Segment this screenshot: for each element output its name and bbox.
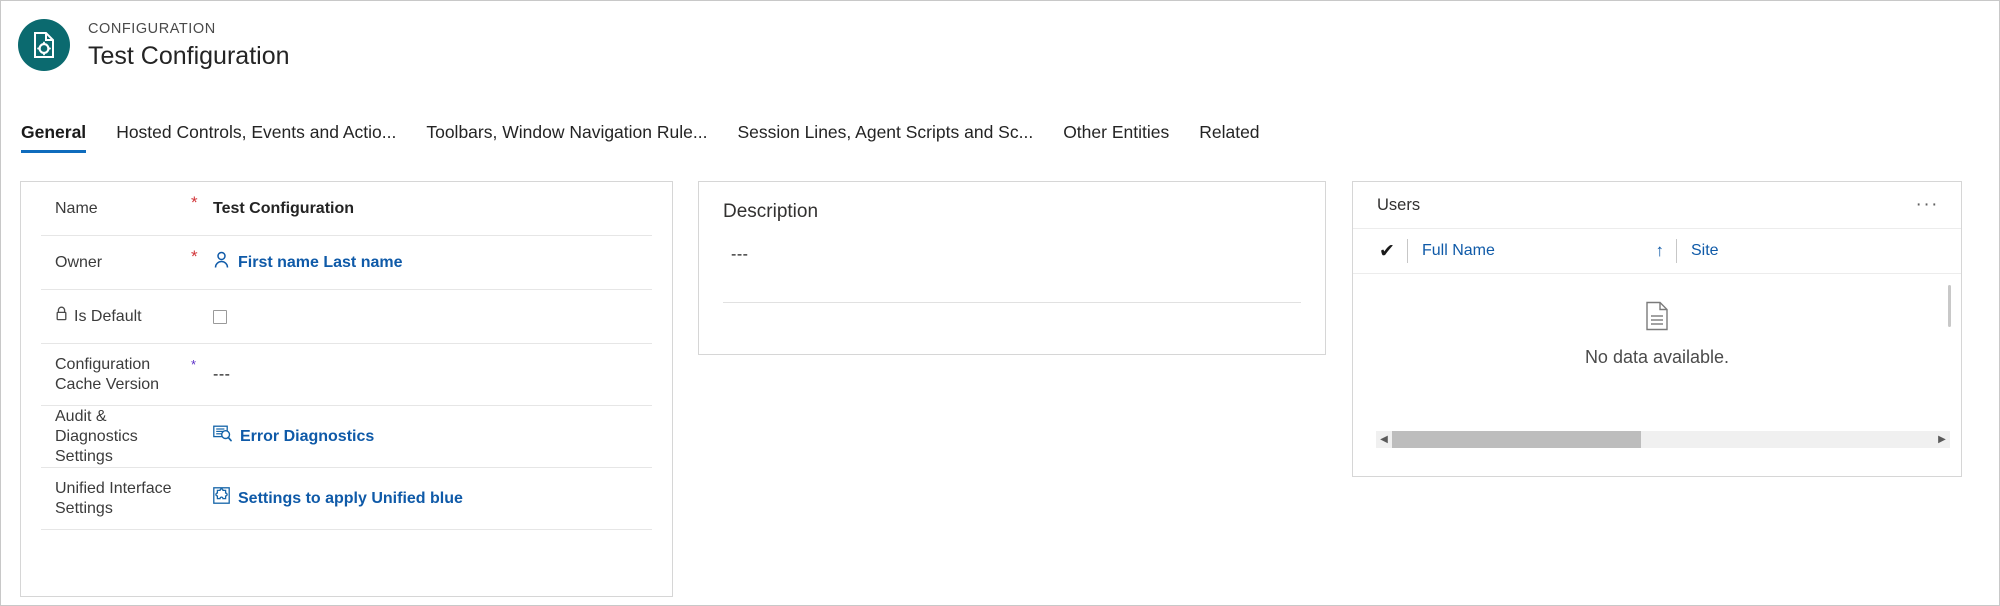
column-header-site-label: Site	[1691, 242, 1719, 259]
form-row-audit-diagnostics: Audit & Diagnostics Settings Error Diagn…	[41, 406, 652, 468]
scrollbar-track[interactable]	[1392, 431, 1934, 448]
header-text-block: CONFIGURATION Test Configuration	[88, 20, 290, 71]
field-label-audit-diagnostics: Audit & Diagnostics Settings	[55, 407, 138, 465]
form-row-name: Name * Test Configuration	[41, 182, 652, 236]
scroll-right-arrow-icon[interactable]: ▶	[1934, 434, 1950, 445]
field-value-owner: First name Last name	[213, 251, 652, 275]
field-label-owner: Owner	[55, 253, 103, 271]
description-underline	[723, 302, 1301, 303]
lock-icon	[55, 306, 68, 327]
required-indicator-audit-diagnostics	[191, 406, 213, 420]
users-horizontal-scrollbar[interactable]: ◀ ▶	[1376, 431, 1950, 448]
field-label-config-cache-version: Configuration Cache Version	[55, 355, 160, 393]
tab-related[interactable]: Related	[1199, 121, 1259, 153]
required-indicator-config-cache-version: *	[191, 357, 197, 372]
tab-session-lines[interactable]: Session Lines, Agent Scripts and Sc...	[737, 121, 1033, 153]
tab-bar: General Hosted Controls, Events and Acti…	[1, 121, 1999, 167]
select-all-checkmark-icon[interactable]: ✔	[1367, 242, 1407, 261]
users-title: Users	[1377, 196, 1421, 214]
users-more-options-button[interactable]: ···	[1916, 195, 1939, 214]
entity-type-label: CONFIGURATION	[88, 20, 216, 37]
required-indicator-name: *	[191, 193, 198, 212]
general-form-card: Name * Test Configuration Owner * First …	[20, 181, 673, 597]
field-label-name: Name	[55, 199, 98, 217]
field-value-unified-interface: Settings to apply Unified blue	[213, 487, 652, 510]
field-value-is-default	[213, 309, 652, 324]
empty-document-icon	[1644, 301, 1670, 336]
tab-other-entities[interactable]: Other Entities	[1063, 121, 1169, 153]
form-row-config-cache-version: Configuration Cache Version * ---	[41, 344, 652, 406]
grid-vertical-scrollbar[interactable]	[1948, 285, 1951, 327]
app-window: CONFIGURATION Test Configuration General…	[0, 0, 2000, 606]
description-label: Description	[723, 201, 819, 222]
puzzle-piece-icon	[213, 487, 230, 510]
users-header: Users ···	[1353, 182, 1961, 229]
person-icon	[213, 251, 230, 275]
column-header-full-name[interactable]: Full Name ↑	[1408, 242, 1676, 260]
users-empty-state: No data available.	[1353, 274, 1961, 368]
column-header-site[interactable]: Site	[1677, 242, 1719, 260]
tab-general[interactable]: General	[21, 121, 87, 153]
field-value-config-cache-version[interactable]: ---	[213, 365, 652, 385]
field-value-name[interactable]: Test Configuration	[213, 199, 652, 219]
required-indicator-unified-interface	[191, 468, 213, 482]
sort-ascending-icon: ↑	[1655, 241, 1665, 260]
owner-link[interactable]: First name Last name	[238, 253, 403, 273]
tab-hosted-controls[interactable]: Hosted Controls, Events and Actio...	[116, 121, 396, 153]
tab-toolbars[interactable]: Toolbars, Window Navigation Rule...	[426, 121, 707, 153]
document-gear-icon	[18, 19, 70, 71]
scrollbar-thumb[interactable]	[1392, 431, 1642, 448]
required-indicator-owner: *	[191, 247, 198, 266]
unified-interface-link[interactable]: Settings to apply Unified blue	[238, 489, 463, 509]
error-diagnostics-icon	[213, 425, 232, 448]
scroll-left-arrow-icon[interactable]: ◀	[1376, 434, 1392, 445]
users-card: Users ··· ✔ Full Name ↑ Site No data ava…	[1352, 181, 1962, 477]
is-default-checkbox[interactable]	[213, 309, 227, 324]
field-value-audit-diagnostics: Error Diagnostics	[213, 425, 652, 448]
form-row-unified-interface: Unified Interface Settings Settings to a…	[41, 468, 652, 530]
page-header: CONFIGURATION Test Configuration	[1, 1, 1999, 89]
field-label-is-default: Is Default	[41, 306, 191, 327]
field-label-unified-interface: Unified Interface Settings	[55, 479, 172, 517]
page-title: Test Configuration	[88, 41, 290, 70]
users-grid-header: ✔ Full Name ↑ Site	[1353, 229, 1961, 327]
error-diagnostics-link[interactable]: Error Diagnostics	[240, 427, 374, 447]
required-indicator-is-default	[191, 290, 213, 304]
description-card: Description ---	[698, 181, 1326, 355]
form-row-is-default: Is Default	[41, 290, 652, 344]
form-row-owner: Owner * First name Last name	[41, 236, 652, 290]
column-header-full-name-label: Full Name	[1422, 242, 1495, 259]
no-data-message: No data available.	[1584, 347, 1730, 367]
description-value[interactable]: ---	[699, 224, 1325, 264]
